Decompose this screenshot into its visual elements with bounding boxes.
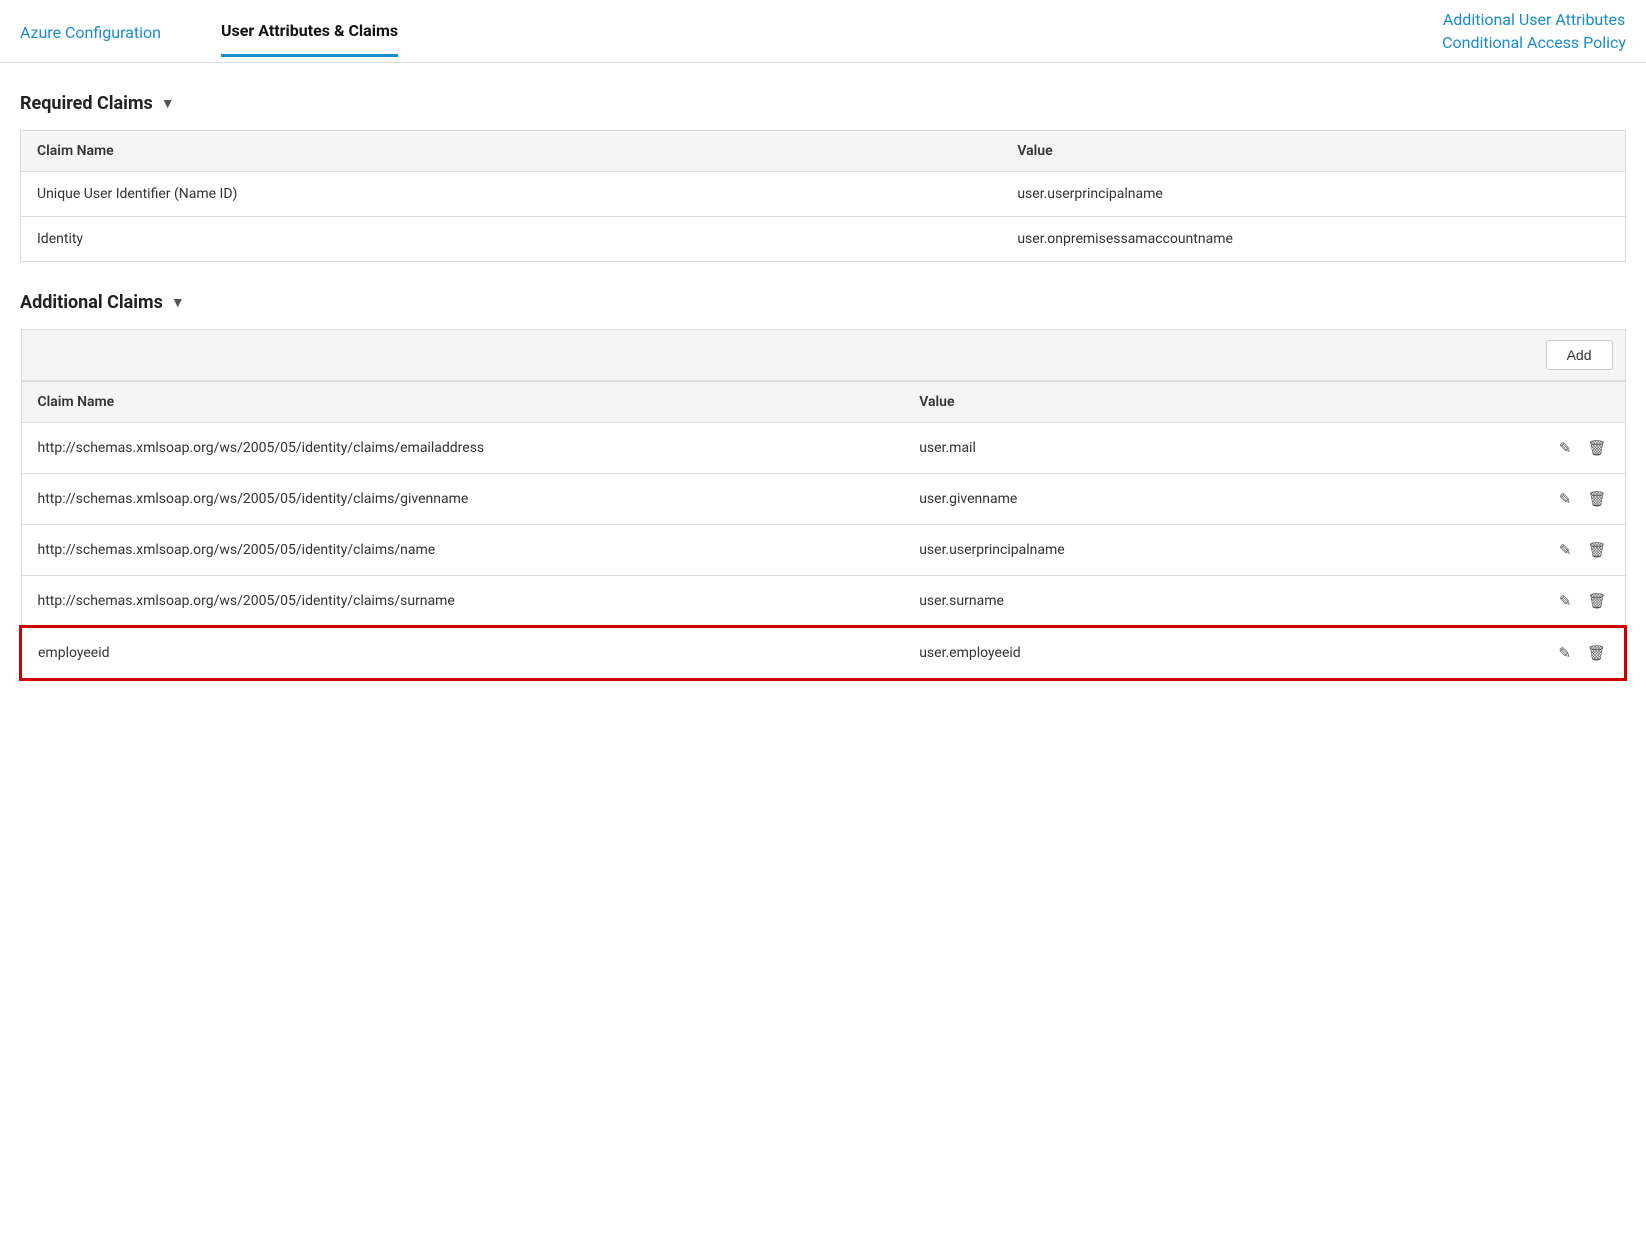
edit-claim-button-2[interactable]: ✎	[1557, 539, 1574, 561]
additional-claim-name-2: http://schemas.xmlsoap.org/ws/2005/05/id…	[21, 525, 903, 576]
action-icons-4: ✎ 🗑	[1481, 642, 1608, 664]
required-claims-section: Required Claims ▼ Claim Name Value Uniqu…	[20, 93, 1626, 262]
table-row: http://schemas.xmlsoap.org/ws/2005/05/id…	[21, 474, 1625, 525]
additional-claims-dropdown-icon[interactable]: ▼	[171, 294, 185, 311]
right-nav-group: Additional User Attributes Conditional A…	[1442, 0, 1626, 62]
table-row-highlighted: employeeid user.employeeid ✎ 🗑	[21, 627, 1625, 679]
table-row: http://schemas.xmlsoap.org/ws/2005/05/id…	[21, 576, 1625, 628]
action-icons-2: ✎ 🗑	[1481, 539, 1609, 561]
delete-claim-button-3[interactable]: 🗑	[1585, 590, 1608, 612]
action-icons-3: ✎ 🗑	[1481, 590, 1609, 612]
required-claims-col-value: Value	[1001, 131, 1625, 172]
add-toolbar-cell: Add	[21, 330, 1625, 382]
delete-claim-button-4[interactable]: 🗑	[1585, 642, 1608, 664]
table-row: Identity user.onpremisessamaccountname	[21, 217, 1626, 262]
additional-claims-header-row: Claim Name Value	[21, 382, 1625, 423]
required-claims-header-row: Claim Name Value	[21, 131, 1626, 172]
additional-claims-col-value: Value	[903, 382, 1464, 423]
main-content: Required Claims ▼ Claim Name Value Uniqu…	[0, 63, 1646, 730]
nav-tabs: Azure Configuration User Attributes & Cl…	[0, 0, 1646, 63]
add-toolbar: Add	[22, 330, 1625, 381]
additional-claims-col-actions	[1465, 382, 1625, 423]
additional-claim-name-1: http://schemas.xmlsoap.org/ws/2005/05/id…	[21, 474, 903, 525]
additional-claim-actions-0: ✎ 🗑	[1465, 423, 1625, 474]
tab-conditional-access-policy[interactable]: Conditional Access Policy	[1442, 33, 1626, 52]
edit-claim-button-4[interactable]: ✎	[1556, 642, 1573, 664]
delete-claim-button-1[interactable]: 🗑	[1585, 488, 1608, 510]
add-claim-button[interactable]: Add	[1546, 340, 1613, 370]
edit-claim-button-1[interactable]: ✎	[1557, 488, 1574, 510]
additional-claim-actions-3: ✎ 🗑	[1465, 576, 1625, 628]
required-claim-name-1: Identity	[21, 217, 1002, 262]
delete-claim-button-2[interactable]: 🗑	[1585, 539, 1608, 561]
table-row: Unique User Identifier (Name ID) user.us…	[21, 172, 1626, 217]
required-claims-dropdown-icon[interactable]: ▼	[161, 95, 175, 112]
additional-claims-table: Add Claim Name Value http://schemas.xmls…	[20, 329, 1626, 680]
add-toolbar-row: Add	[21, 330, 1625, 382]
required-claim-value-1: user.onpremisessamaccountname	[1001, 217, 1625, 262]
action-icons-1: ✎ 🗑	[1481, 488, 1609, 510]
required-claim-name-0: Unique User Identifier (Name ID)	[21, 172, 1002, 217]
table-row: http://schemas.xmlsoap.org/ws/2005/05/id…	[21, 423, 1625, 474]
additional-claim-value-0: user.mail	[903, 423, 1464, 474]
additional-claims-col-name: Claim Name	[21, 382, 903, 423]
delete-claim-button-0[interactable]: 🗑	[1585, 437, 1608, 459]
edit-claim-button-0[interactable]: ✎	[1557, 437, 1574, 459]
additional-claim-actions-4: ✎ 🗑	[1465, 627, 1625, 679]
required-claim-value-0: user.userprincipalname	[1001, 172, 1625, 217]
additional-claim-name-0: http://schemas.xmlsoap.org/ws/2005/05/id…	[21, 423, 903, 474]
additional-claim-actions-1: ✎ 🗑	[1465, 474, 1625, 525]
required-claims-title: Required Claims	[20, 93, 153, 114]
required-claims-header: Required Claims ▼	[20, 93, 1626, 114]
additional-claim-value-4: user.employeeid	[903, 627, 1464, 679]
additional-claims-header: Additional Claims ▼	[20, 292, 1626, 313]
additional-claim-value-3: user.surname	[903, 576, 1464, 628]
additional-claim-value-1: user.givenname	[903, 474, 1464, 525]
additional-claim-name-3: http://schemas.xmlsoap.org/ws/2005/05/id…	[21, 576, 903, 628]
additional-claims-section: Additional Claims ▼ Add Claim Name Valu	[20, 292, 1626, 680]
edit-claim-button-3[interactable]: ✎	[1557, 590, 1574, 612]
page-container: Azure Configuration User Attributes & Cl…	[0, 0, 1646, 730]
additional-claim-value-2: user.userprincipalname	[903, 525, 1464, 576]
tab-additional-user-attributes[interactable]: Additional User Attributes	[1443, 10, 1625, 29]
required-claims-table: Claim Name Value Unique User Identifier …	[20, 130, 1626, 262]
required-claims-col-name: Claim Name	[21, 131, 1002, 172]
tab-user-attributes-claims[interactable]: User Attributes & Claims	[221, 5, 398, 57]
tab-azure-configuration[interactable]: Azure Configuration	[20, 7, 161, 56]
additional-claim-actions-2: ✎ 🗑	[1465, 525, 1625, 576]
table-row: http://schemas.xmlsoap.org/ws/2005/05/id…	[21, 525, 1625, 576]
action-icons-0: ✎ 🗑	[1481, 437, 1609, 459]
additional-claim-name-4: employeeid	[21, 627, 903, 679]
additional-claims-title: Additional Claims	[20, 292, 163, 313]
